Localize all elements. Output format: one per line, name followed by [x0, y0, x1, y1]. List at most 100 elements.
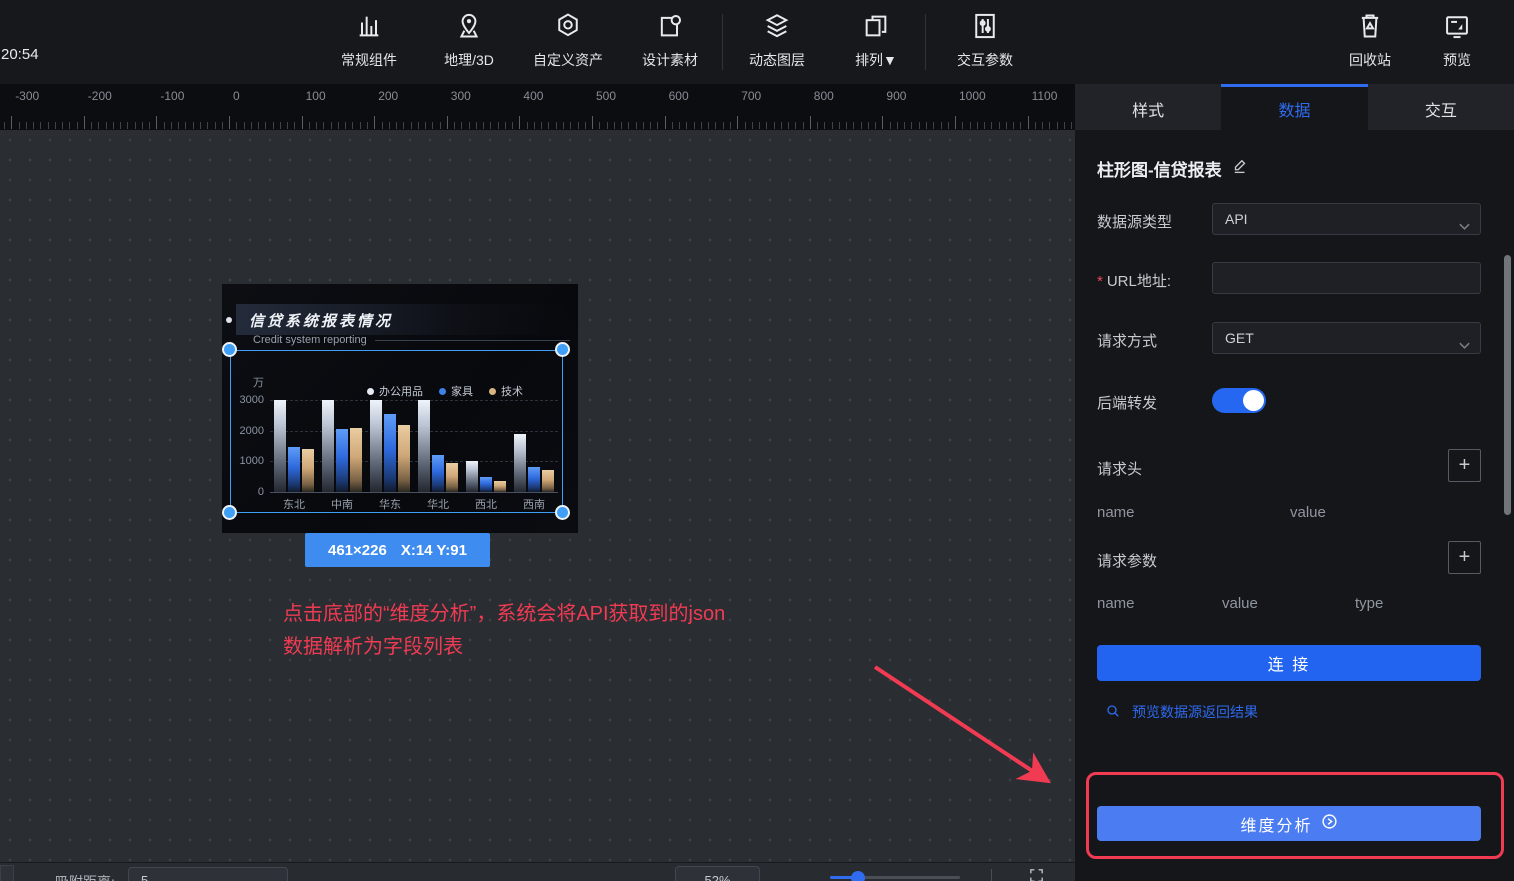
ruler-tick [657, 122, 658, 129]
bottom-bar: 吸附距离: 52% [0, 862, 1075, 881]
backend-forward-toggle[interactable] [1212, 388, 1266, 413]
ruler-tick [265, 122, 266, 129]
ruler-tick [432, 122, 433, 129]
bottom-left-box[interactable] [0, 865, 14, 881]
ruler-tick [839, 122, 840, 129]
resize-handle-top-left[interactable] [222, 342, 237, 357]
ruler-tick [440, 122, 441, 129]
toolbar-item-arrange[interactable]: 排列▼ [828, 12, 924, 70]
toolbar-item-label: 设计素材 [622, 50, 718, 70]
ruler-tick [26, 122, 27, 129]
zoom-slider-handle[interactable] [851, 871, 865, 881]
toolbar-item-interaction-params[interactable]: 交互参数 [937, 12, 1033, 70]
ruler-tick [875, 122, 876, 129]
ruler-tick [607, 122, 608, 129]
panel-scrollbar[interactable] [1504, 255, 1511, 515]
ruler-tick [1042, 122, 1043, 129]
ruler-tick [106, 122, 107, 129]
ruler-tick [788, 122, 789, 129]
resize-handle-bottom-left[interactable] [222, 505, 237, 520]
toolbar-separator [722, 14, 723, 70]
ruler-tick [1013, 122, 1014, 129]
ruler-tick [338, 122, 339, 129]
fullscreen-icon[interactable] [1028, 867, 1045, 881]
preview-datasource-link[interactable]: 预览数据源返回结果 [1105, 702, 1258, 722]
datasource-type-value: API [1225, 211, 1248, 227]
required-asterisk: * [1097, 273, 1103, 290]
toolbar-item-recycle-bin[interactable]: 回收站 [1322, 12, 1418, 70]
subtitle-rule [375, 340, 570, 341]
ruler-tick [490, 122, 491, 129]
snap-distance-input[interactable] [128, 867, 288, 881]
toolbar-item-geo-3d[interactable]: 地理/3D [421, 12, 517, 70]
toolbar-item-label: 预览 [1409, 50, 1505, 70]
resize-handle-bottom-right[interactable] [555, 505, 570, 520]
ruler-tick [665, 116, 666, 129]
ruler-tick [469, 122, 470, 129]
zoom-slider-track[interactable] [830, 876, 960, 879]
chart-component[interactable]: 信贷系统报表情况 Credit system reporting 万010002… [222, 284, 578, 533]
ruler-tick [156, 116, 157, 129]
ruler-tick [178, 122, 179, 129]
ruler-tick [483, 122, 484, 129]
ruler-tick [832, 122, 833, 129]
chevron-down-icon [1458, 332, 1471, 362]
resize-handle-top-right[interactable] [555, 342, 570, 357]
request-headers-label: 请求头 [1097, 458, 1142, 479]
request-method-label: 请求方式 [1097, 330, 1157, 351]
ruler-label: -200 [88, 89, 112, 103]
ruler-tick [592, 116, 593, 129]
toolbar-item-label: 动态图层 [729, 50, 825, 70]
url-input[interactable] [1212, 262, 1481, 294]
clock-text: 20:54 [1, 46, 39, 63]
ruler-tick [911, 122, 912, 129]
zoom-percentage[interactable]: 52% [675, 866, 760, 881]
component-name: 柱形图-信贷报表 [1097, 156, 1222, 181]
layers-icon [729, 12, 825, 46]
ruler-label: 1000 [959, 89, 986, 103]
trash-icon [1322, 12, 1418, 46]
ruler-tick [84, 116, 85, 129]
ruler-tick [193, 122, 194, 129]
top-toolbar: 20:54 常规组件地理/3D自定义资产设计素材动态图层排列▼交互参数 回收站预览 [0, 0, 1514, 84]
request-method-select[interactable]: GET [1212, 322, 1481, 354]
selection-size-badge: 461×226 X:14 Y:91 [305, 533, 490, 567]
ruler-tick [548, 122, 549, 129]
ruler-tick [723, 122, 724, 129]
search-icon [1105, 703, 1121, 722]
annotation-line-2: 数据解析为字段列表 [283, 631, 725, 664]
add-request-param-button[interactable]: + [1448, 541, 1481, 574]
tab-style[interactable]: 样式 [1075, 84, 1221, 130]
design-canvas[interactable]: 信贷系统报表情况 Credit system reporting 万010002… [0, 130, 1075, 862]
column-header-value: value [1222, 595, 1258, 612]
datasource-type-select[interactable]: API [1212, 203, 1481, 235]
ruler-tick [185, 122, 186, 129]
ruler-label: 400 [523, 89, 543, 103]
ruler-tick [861, 122, 862, 129]
toolbar-item-dynamic-layers[interactable]: 动态图层 [729, 12, 825, 70]
bar-chart-icon [321, 12, 417, 46]
dimension-analysis-button[interactable]: 维度分析 [1097, 806, 1481, 841]
ruler-tick [527, 122, 528, 129]
toolbar-separator [925, 14, 926, 70]
chart-title: 信贷系统报表情况 [249, 310, 393, 331]
ruler-tick [897, 122, 898, 129]
toolbar-item-preview[interactable]: 预览 [1409, 12, 1505, 70]
ruler-tick [127, 122, 128, 129]
tab-data[interactable]: 数据 [1221, 84, 1367, 130]
ruler-tick [1049, 122, 1050, 129]
ruler-tick [781, 122, 782, 129]
column-header-name: name [1097, 504, 1135, 521]
tab-interaction[interactable]: 交互 [1368, 84, 1514, 130]
ruler-tick [222, 122, 223, 129]
ruler-tick [890, 122, 891, 129]
connect-button[interactable]: 连 接 [1097, 645, 1481, 681]
add-request-header-button[interactable]: + [1448, 449, 1481, 482]
ruler-tick [48, 122, 49, 129]
ruler-tick [309, 122, 310, 129]
toolbar-item-design-materials[interactable]: 设计素材 [622, 12, 718, 70]
edit-icon[interactable] [1231, 157, 1249, 180]
ruler-tick [258, 122, 259, 129]
toolbar-item-custom-assets[interactable]: 自定义资产 [520, 12, 616, 70]
toolbar-item-regular-components[interactable]: 常规组件 [321, 12, 417, 70]
